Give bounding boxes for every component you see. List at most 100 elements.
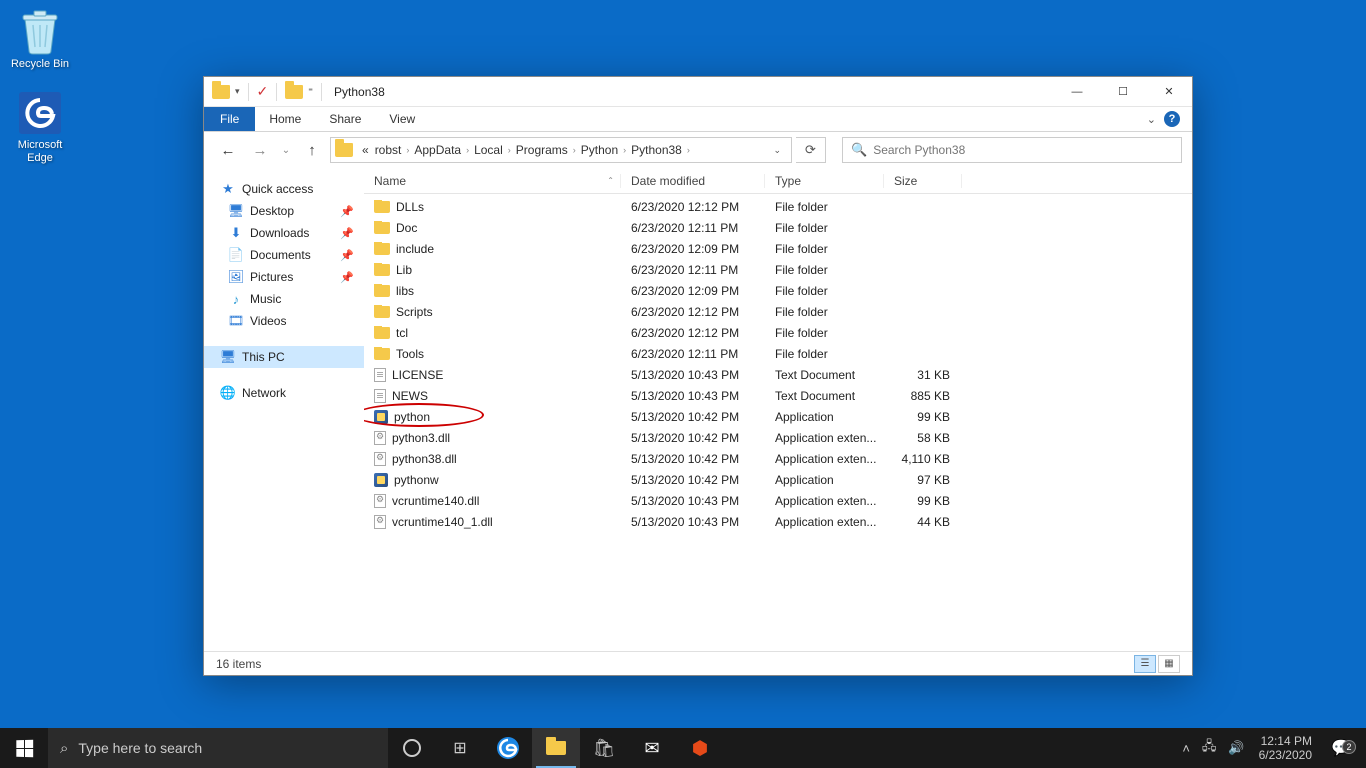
nav-network[interactable]: 🌐Network <box>204 382 364 404</box>
file-name: tcl <box>396 326 408 340</box>
titlebar[interactable]: ▾ ✓ ⁼ Python38 — ☐ ✕ <box>204 77 1192 107</box>
start-button[interactable] <box>0 728 48 768</box>
view-icons-button[interactable]: ▦ <box>1158 655 1180 673</box>
file-row[interactable]: python3.dll5/13/2020 10:42 PMApplication… <box>364 427 1192 448</box>
taskbar-edge[interactable] <box>484 728 532 768</box>
search-input[interactable] <box>873 143 1173 157</box>
ribbon-expand-icon[interactable]: ⌄ <box>1147 113 1156 126</box>
qa-menu-icon[interactable]: ⁼ <box>308 86 313 97</box>
nav-desktop[interactable]: 🖥Desktop📌 <box>204 200 364 222</box>
qa-newfolder-icon[interactable] <box>285 85 303 99</box>
breadcrumb-local[interactable]: Local <box>471 143 506 157</box>
breadcrumb-programs[interactable]: Programs <box>513 143 571 157</box>
col-size[interactable]: Size <box>884 174 962 188</box>
file-type: Application <box>765 473 884 487</box>
recent-locations-button[interactable]: ⌄ <box>278 136 294 164</box>
nav-music[interactable]: ♪Music <box>204 288 364 310</box>
forward-button[interactable]: → <box>246 136 274 164</box>
taskbar-explorer[interactable] <box>532 728 580 768</box>
help-icon[interactable]: ? <box>1164 111 1180 127</box>
tray-network-icon[interactable]: 🖧 <box>1196 737 1223 759</box>
file-row[interactable]: python5/13/2020 10:42 PMApplication99 KB <box>364 406 1192 427</box>
nav-videos[interactable]: 🎞Videos <box>204 310 364 332</box>
taskbar-search[interactable]: ⌕ Type here to search <box>48 728 388 768</box>
nav-this-pc[interactable]: 🖥This PC <box>204 346 364 368</box>
file-size: 31 KB <box>884 368 962 382</box>
ribbon-file[interactable]: File <box>204 107 255 131</box>
file-type: Application exten... <box>765 452 884 466</box>
pin-icon: 📌 <box>340 205 354 218</box>
file-row[interactable]: Lib6/23/2020 12:11 PMFile folder <box>364 259 1192 280</box>
tray-volume-icon[interactable]: 🔊 <box>1222 740 1250 756</box>
file-date: 5/13/2020 10:42 PM <box>621 410 765 424</box>
file-name: Tools <box>396 347 424 361</box>
view-details-button[interactable]: ☰ <box>1134 655 1156 673</box>
ribbon: File Home Share View ⌄ ? <box>204 107 1192 132</box>
minimize-button[interactable]: — <box>1054 77 1100 107</box>
nav-downloads[interactable]: ⬇Downloads📌 <box>204 222 364 244</box>
microsoft-edge[interactable]: Microsoft Edge <box>6 89 74 165</box>
folder-icon <box>374 264 390 276</box>
nav-documents[interactable]: 📄Documents📌 <box>204 244 364 266</box>
nav-pane: ★Quick access 🖥Desktop📌 ⬇Downloads📌 📄Doc… <box>204 168 364 651</box>
notifications-button[interactable]: 💬 2 <box>1320 738 1362 758</box>
tray-expand-icon[interactable]: ˄ <box>1176 741 1196 756</box>
file-name: pythonw <box>394 473 439 487</box>
cortana-button[interactable] <box>388 728 436 768</box>
close-button[interactable]: ✕ <box>1146 77 1192 107</box>
pin-icon: 📌 <box>340 227 354 240</box>
col-date[interactable]: Date modified <box>621 174 765 188</box>
file-type: Application exten... <box>765 431 884 445</box>
file-row[interactable]: libs6/23/2020 12:09 PMFile folder <box>364 280 1192 301</box>
file-type: File folder <box>765 326 884 340</box>
file-type: File folder <box>765 242 884 256</box>
breadcrumb-appdata[interactable]: AppData <box>411 143 464 157</box>
breadcrumb-prefix[interactable]: « <box>359 143 372 157</box>
taskbar-mail[interactable]: ✉ <box>628 728 676 768</box>
recycle-bin[interactable]: Recycle Bin <box>6 8 74 71</box>
taskbar-search-hint: Type here to search <box>78 740 202 756</box>
tray-clock[interactable]: 12:14 PM 6/23/2020 <box>1251 734 1320 763</box>
refresh-button[interactable]: ⟳ <box>796 137 826 163</box>
file-row[interactable]: vcruntime140.dll5/13/2020 10:43 PMApplic… <box>364 490 1192 511</box>
qa-chevron-icon[interactable]: ▾ <box>235 86 240 97</box>
back-button[interactable]: ← <box>214 136 242 164</box>
file-type: File folder <box>765 284 884 298</box>
file-row[interactable]: Scripts6/23/2020 12:12 PMFile folder <box>364 301 1192 322</box>
file-type: Application exten... <box>765 515 884 529</box>
qa-properties-icon[interactable]: ✓ <box>257 83 269 100</box>
taskbar-store[interactable]: 🛍 <box>580 728 628 768</box>
file-type: Text Document <box>765 368 884 382</box>
nav-quick-access[interactable]: ★Quick access <box>204 178 364 200</box>
file-row[interactable]: pythonw5/13/2020 10:42 PMApplication97 K… <box>364 469 1192 490</box>
file-row[interactable]: NEWS5/13/2020 10:43 PMText Document885 K… <box>364 385 1192 406</box>
task-view-button[interactable]: ⊞ <box>436 728 484 768</box>
file-list[interactable]: DLLs6/23/2020 12:12 PMFile folderDoc6/23… <box>364 194 1192 651</box>
nav-pictures[interactable]: 🖼Pictures📌 <box>204 266 364 288</box>
downloads-icon: ⬇ <box>228 225 244 241</box>
file-row[interactable]: python38.dll5/13/2020 10:42 PMApplicatio… <box>364 448 1192 469</box>
breadcrumb-robst[interactable]: robst <box>372 143 405 157</box>
breadcrumb-python[interactable]: Python <box>578 143 621 157</box>
col-name[interactable]: Name⌃ <box>364 174 621 188</box>
file-row[interactable]: Doc6/23/2020 12:11 PMFile folder <box>364 217 1192 238</box>
search-box[interactable]: 🔍 <box>842 137 1182 163</box>
breadcrumb-python38[interactable]: Python38 <box>628 143 685 157</box>
taskbar-office[interactable]: ⬢ <box>676 728 724 768</box>
col-type[interactable]: Type <box>765 174 884 188</box>
file-row[interactable]: include6/23/2020 12:09 PMFile folder <box>364 238 1192 259</box>
file-date: 5/13/2020 10:43 PM <box>621 389 765 403</box>
file-row[interactable]: DLLs6/23/2020 12:12 PMFile folder <box>364 196 1192 217</box>
file-row[interactable]: Tools6/23/2020 12:11 PMFile folder <box>364 343 1192 364</box>
ribbon-view[interactable]: View <box>375 107 429 131</box>
file-row[interactable]: LICENSE5/13/2020 10:43 PMText Document31… <box>364 364 1192 385</box>
file-row[interactable]: vcruntime140_1.dll5/13/2020 10:43 PMAppl… <box>364 511 1192 532</box>
ribbon-home[interactable]: Home <box>255 107 315 131</box>
address-dropdown-icon[interactable]: ⌄ <box>767 145 787 156</box>
address-bar[interactable]: « robst› AppData› Local› Programs› Pytho… <box>330 137 792 163</box>
maximize-button[interactable]: ☐ <box>1100 77 1146 107</box>
file-name: LICENSE <box>392 368 443 382</box>
ribbon-share[interactable]: Share <box>315 107 375 131</box>
file-row[interactable]: tcl6/23/2020 12:12 PMFile folder <box>364 322 1192 343</box>
up-button[interactable]: ↑ <box>298 136 326 164</box>
